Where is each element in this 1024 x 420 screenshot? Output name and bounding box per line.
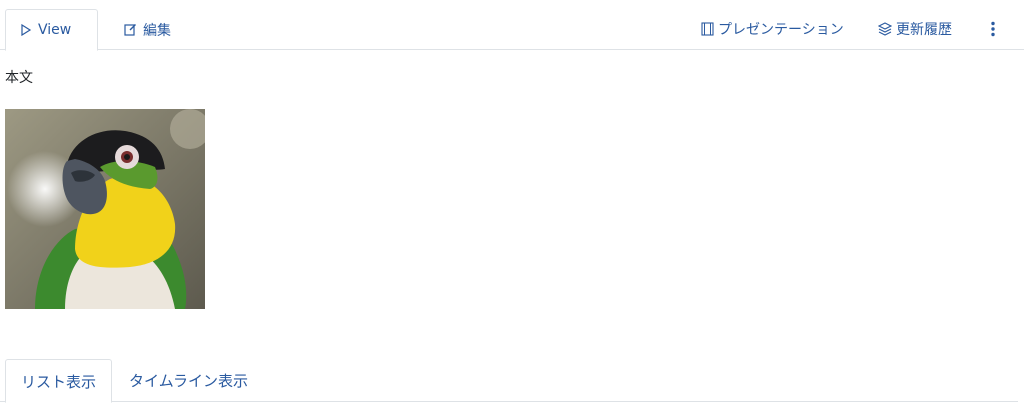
view-mode-tabs: リスト表示 タイムライン表示 (0, 359, 1018, 403)
tab-view[interactable]: View (5, 9, 98, 51)
tab-view-label: View (38, 22, 72, 38)
kebab-menu-icon (991, 21, 995, 37)
history-label: 更新履歴 (896, 22, 952, 38)
tab-timeline-view-label: タイムライン表示 (129, 372, 248, 390)
edit-icon (124, 23, 137, 36)
tab-list-view[interactable]: リスト表示 (5, 359, 112, 403)
presentation-label: プレゼンテーション (718, 22, 844, 38)
tab-edit[interactable]: 編集 (110, 9, 185, 50)
layers-icon (878, 22, 892, 36)
presentation-button[interactable]: プレゼンテーション (701, 18, 844, 40)
more-options-button[interactable] (984, 18, 1002, 40)
tab-list-view-label: リスト表示 (20, 372, 96, 391)
tab-edit-label: 編集 (143, 22, 171, 39)
history-button[interactable]: 更新履歴 (878, 18, 952, 40)
film-icon (701, 22, 714, 36)
tab-timeline-view[interactable]: タイムライン表示 (113, 359, 264, 402)
play-icon (20, 24, 32, 36)
page-toolbar: View 編集 プレゼンテーション 更新履歴 (0, 0, 1024, 51)
parrot-image (5, 109, 205, 309)
body-heading: 本文 (5, 70, 33, 86)
